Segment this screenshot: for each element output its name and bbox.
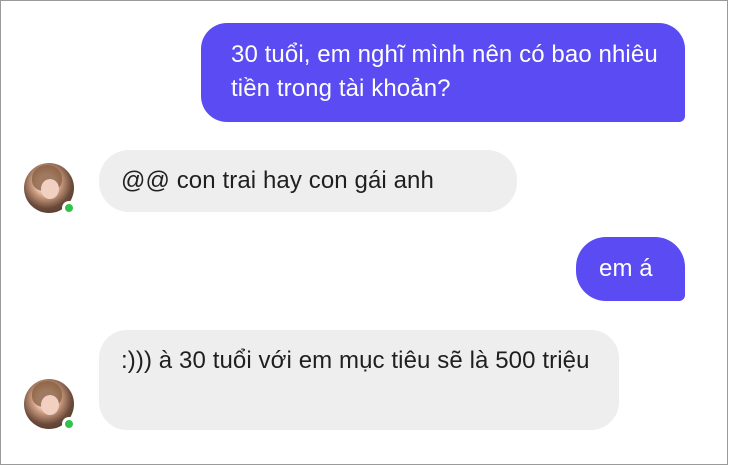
contact-avatar[interactable] — [24, 163, 76, 215]
contact-avatar[interactable] — [24, 379, 76, 431]
chat-screen: 30 tuổi, em nghĩ mình nên có bao nhiêu t… — [0, 0, 728, 465]
outgoing-message-bubble[interactable]: 30 tuổi, em nghĩ mình nên có bao nhiêu t… — [201, 23, 685, 122]
online-status-icon — [62, 417, 76, 431]
incoming-message-bubble[interactable]: @@ con trai hay con gái anh — [99, 150, 517, 212]
incoming-message-bubble[interactable]: :))) à 30 tuổi với em mục tiêu sẽ là 500… — [99, 330, 619, 430]
outgoing-message-bubble[interactable]: em á — [576, 237, 685, 301]
online-status-icon — [62, 201, 76, 215]
